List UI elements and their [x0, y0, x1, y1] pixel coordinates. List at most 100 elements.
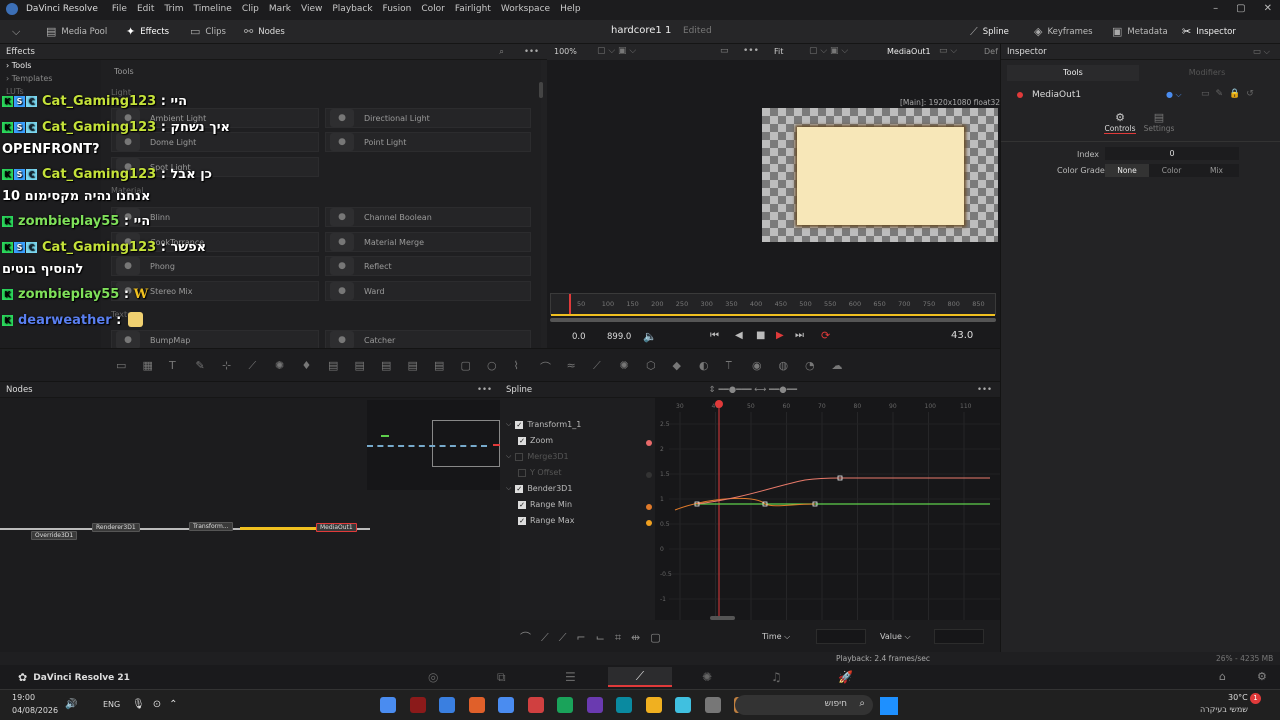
play-icon[interactable]: ▶: [776, 330, 784, 341]
time-dropdown[interactable]: Time ⌵: [762, 632, 790, 642]
tool-icon[interactable]: ☁: [832, 359, 843, 372]
param-checkbox[interactable]: ✓: [515, 420, 524, 429]
effects-button[interactable]: ✦ Effects: [126, 26, 169, 37]
inspector-layout-icon[interactable]: ▭ ⌵: [1253, 47, 1270, 57]
taskbar-app-icon[interactable]: [468, 697, 485, 713]
value-field[interactable]: [934, 629, 984, 644]
tool-icon[interactable]: ⌇: [514, 359, 519, 372]
maximize-icon[interactable]: ▢: [1236, 3, 1245, 14]
spline-zoom-slider[interactable]: ⇕ ━━●━━━ ⟷ ━━●━━: [709, 385, 797, 395]
tool-icon[interactable]: ▦: [143, 359, 153, 372]
clock-date[interactable]: 04/08/2026: [12, 706, 58, 715]
search-icon[interactable]: ⌕: [499, 47, 504, 57]
media-pool-button[interactable]: ▤ Media Pool: [46, 26, 107, 37]
effect-tile[interactable]: ● Reflect: [325, 256, 531, 276]
fusion-page-button[interactable]: ⟋: [608, 667, 672, 687]
current-time[interactable]: 43.0: [951, 330, 973, 341]
expand-chevron-icon[interactable]: ⌵: [506, 420, 511, 429]
tool-icon[interactable]: ▤: [434, 359, 444, 372]
more-options-icon[interactable]: •••: [524, 47, 539, 57]
tray-icons[interactable]: 🎙⊙⌃: [132, 699, 185, 710]
tool-icon[interactable]: ⟙: [726, 359, 733, 373]
tool-icon[interactable]: ▤: [328, 359, 338, 372]
tool-icon[interactable]: ≈: [567, 359, 576, 372]
tool-icon[interactable]: ◆: [673, 359, 681, 372]
zoom-dropdown[interactable]: 100%: [554, 47, 577, 56]
tool-icon[interactable]: ◐: [699, 359, 709, 372]
tab-modifiers[interactable]: Modifiers: [1141, 65, 1273, 81]
minimize-icon[interactable]: –: [1213, 3, 1218, 14]
grid-scrollbar[interactable]: [539, 82, 543, 98]
menu-help[interactable]: Help: [560, 4, 581, 14]
taskbar-app-icon[interactable]: [498, 697, 514, 713]
tool-icon[interactable]: ▤: [355, 359, 365, 372]
clips-button[interactable]: ▭ Clips: [190, 26, 226, 37]
viewer-more-icon[interactable]: •••: [743, 46, 759, 56]
menu-fusion[interactable]: Fusion: [383, 4, 412, 14]
fairlight-page-icon[interactable]: ♫: [771, 670, 782, 684]
windows-start-icon[interactable]: [880, 697, 898, 715]
viewer-lut-icon[interactable]: ▭ ⌵: [939, 46, 957, 56]
menu-trim[interactable]: Trim: [164, 4, 183, 14]
time-field[interactable]: [816, 629, 866, 644]
taskbar-app-icon[interactable]: [675, 697, 691, 713]
taskbar-app-icon[interactable]: [645, 697, 662, 713]
taskbar-app-icon[interactable]: [586, 697, 603, 713]
go-to-end-icon[interactable]: ⏭: [795, 330, 804, 341]
spline-playhead-handle[interactable]: [715, 400, 723, 408]
node-override3d1[interactable]: Override3D1: [31, 531, 78, 540]
tool-icon[interactable]: ◉: [752, 359, 762, 372]
spline-param[interactable]: ⌵ Merge3D1: [506, 452, 569, 461]
taskbar-app-icon[interactable]: [616, 697, 632, 713]
tool-icon[interactable]: ⊹: [222, 359, 231, 372]
spline-scrollbar[interactable]: [710, 616, 735, 620]
inspector-node-icons[interactable]: ▭✎🔒↺: [1201, 89, 1260, 99]
tab-settings[interactable]: ▤ Settings: [1143, 111, 1175, 133]
edit-page-icon[interactable]: ☰: [565, 670, 576, 684]
expand-chevron-icon[interactable]: ⌵: [506, 452, 511, 461]
viewer-layout-icon[interactable]: ▭: [720, 46, 729, 56]
tab-controls[interactable]: ⚙ Controls: [1104, 111, 1136, 134]
spline-param[interactable]: ⌵ ✓ Transform1_1: [506, 420, 581, 429]
home-icon[interactable]: ⌂: [1219, 670, 1226, 683]
nodes-button[interactable]: ⚯ Nodes: [244, 26, 285, 37]
effect-tile[interactable]: ● Point Light: [325, 132, 531, 152]
audio-icon[interactable]: 🔈: [643, 330, 657, 343]
taskbar-app-icon[interactable]: [527, 697, 544, 713]
close-icon[interactable]: ✕: [1264, 3, 1272, 14]
param-checkbox[interactable]: [518, 468, 526, 477]
cut-page-icon[interactable]: ⧉: [497, 670, 506, 685]
tree-item-tools[interactable]: › Tools: [6, 61, 31, 70]
tool-icon[interactable]: ▤: [408, 359, 418, 372]
volume-icon[interactable]: 🔊: [65, 699, 77, 710]
menu-clip[interactable]: Clip: [242, 4, 259, 14]
menu-playback[interactable]: Playback: [332, 4, 372, 14]
tool-icon[interactable]: ♦: [302, 359, 312, 372]
tool-icon[interactable]: ▢: [461, 359, 471, 372]
menu-edit[interactable]: Edit: [137, 4, 154, 14]
param-checkbox[interactable]: ✓: [515, 484, 524, 493]
spline-graph[interactable]: 30 40 50 60 70 80 90 100 110 2.5 2 1.5 1 0.5 0 -0.5 -1: [655, 398, 1000, 620]
go-to-start-icon[interactable]: ⏮: [710, 330, 719, 341]
effect-tile[interactable]: ● Directional Light: [325, 108, 531, 128]
spline-button[interactable]: ⟋ Spline: [970, 26, 1009, 37]
time-end[interactable]: 899.0: [607, 332, 631, 342]
param-checkbox[interactable]: ✓: [518, 436, 526, 445]
menu-file[interactable]: File: [112, 4, 127, 14]
param-checkbox[interactable]: ✓: [518, 516, 526, 525]
spline-param[interactable]: ✓ Zoom: [518, 436, 553, 445]
taskbar-app-icon[interactable]: [409, 697, 426, 713]
taskbar-app-icon[interactable]: [557, 697, 573, 713]
tool-icon[interactable]: ○: [487, 359, 497, 372]
timeline-scrollbar[interactable]: [550, 318, 996, 322]
spline-param[interactable]: ✓ Range Min: [518, 500, 572, 509]
taskbar-app-icon[interactable]: [380, 697, 396, 713]
inspector-node-options[interactable]: ● ⌵: [1166, 90, 1182, 100]
tool-icon[interactable]: ⬡: [646, 359, 656, 372]
loop-icon[interactable]: ⟳: [821, 329, 830, 342]
inspector-button[interactable]: ✂ Inspector: [1182, 26, 1236, 37]
color-page-icon[interactable]: ✺: [702, 670, 712, 684]
tool-icon[interactable]: ✎: [196, 359, 205, 372]
language-indicator[interactable]: ENG: [103, 700, 120, 709]
taskbar-app-icon[interactable]: [439, 697, 455, 713]
